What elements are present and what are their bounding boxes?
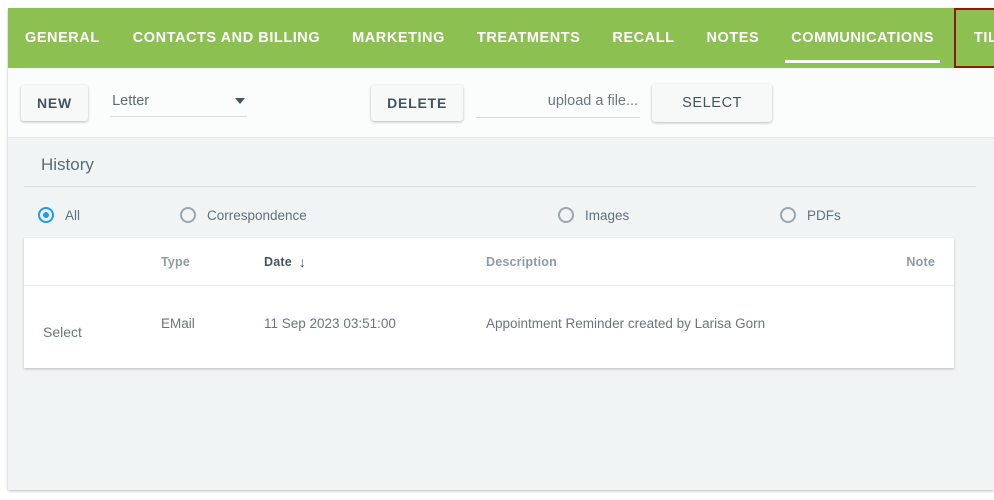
communications-toolbar: NEW Letter DELETE upload a file... SELEC… xyxy=(8,68,994,138)
radio-icon xyxy=(38,207,54,223)
main-navigation-bar: GENERAL CONTACTS AND BILLING MARKETING T… xyxy=(8,8,994,68)
filter-label: All xyxy=(65,207,81,223)
nav-tab-treatments[interactable]: TREATMENTS xyxy=(461,8,597,68)
history-panel: History All Correspondence Images PDFs T… xyxy=(8,138,994,490)
radio-icon xyxy=(780,207,796,223)
column-header-select[interactable] xyxy=(24,238,161,286)
filter-label: Images xyxy=(585,207,630,223)
history-table-card: Type Date ↓ Description Note Select EMail… xyxy=(24,238,954,368)
nav-tab-label: RECALL xyxy=(612,30,675,46)
nav-tab-label: TILL (-£270.00 xyxy=(974,30,994,46)
radio-icon xyxy=(180,207,196,223)
history-title: History xyxy=(24,155,976,187)
row-select-link[interactable]: Select xyxy=(43,324,82,340)
upload-file-placeholder: upload a file... xyxy=(547,92,639,109)
filter-label: PDFs xyxy=(807,207,841,223)
row-select-cell[interactable]: Select xyxy=(24,286,161,369)
history-filter-group: All Correspondence Images PDFs xyxy=(22,187,980,223)
application-window: GENERAL CONTACTS AND BILLING MARKETING T… xyxy=(8,8,994,490)
nav-tab-recall[interactable]: RECALL xyxy=(596,8,690,68)
row-description-cell: Appointment Reminder created by Larisa G… xyxy=(486,316,766,331)
nav-tab-notes[interactable]: NOTES xyxy=(691,8,776,68)
filter-label: Correspondence xyxy=(207,207,307,223)
upload-file-input[interactable]: upload a file... xyxy=(476,88,641,118)
filter-radio-images[interactable]: Images xyxy=(558,207,780,223)
delete-button[interactable]: DELETE xyxy=(371,84,464,121)
nav-tab-till[interactable]: TILL (-£270.00 xyxy=(954,8,994,68)
nav-tab-communications[interactable]: COMMUNICATIONS xyxy=(775,8,950,68)
table-header-row: Type Date ↓ Description Note xyxy=(24,238,954,286)
nav-tab-label: MARKETING xyxy=(352,30,445,46)
column-header-note[interactable]: Note xyxy=(868,238,954,286)
nav-tab-label: TREATMENTS xyxy=(476,30,581,46)
row-date-cell: 11 Sep 2023 03:51:00 xyxy=(264,316,396,331)
nav-tab-label: CONTACTS AND BILLING xyxy=(132,30,321,46)
document-type-value: Letter xyxy=(112,92,150,109)
history-table-head: Type Date ↓ Description Note xyxy=(24,238,954,286)
history-table: Type Date ↓ Description Note Select EMail… xyxy=(24,238,954,368)
nav-tab-general[interactable]: GENERAL xyxy=(8,8,117,68)
chevron-down-icon xyxy=(235,97,246,104)
select-file-button[interactable]: SELECT xyxy=(652,83,773,122)
column-header-date-label: Date xyxy=(264,255,292,269)
filter-radio-pdfs[interactable]: PDFs xyxy=(780,207,841,223)
arrow-down-icon: ↓ xyxy=(298,254,307,270)
table-row[interactable]: Select EMail 11 Sep 2023 03:51:00 Appoin… xyxy=(24,286,954,369)
row-type-cell: EMail xyxy=(161,316,195,331)
column-header-description[interactable]: Description xyxy=(486,238,868,286)
document-type-select[interactable]: Letter xyxy=(110,89,248,117)
new-button[interactable]: NEW xyxy=(21,84,89,121)
nav-tab-label: GENERAL xyxy=(25,30,100,46)
nav-tab-marketing[interactable]: MARKETING xyxy=(336,8,461,68)
column-header-date[interactable]: Date ↓ xyxy=(264,238,486,286)
row-note-cell xyxy=(868,286,954,369)
nav-tab-label: NOTES xyxy=(706,30,760,46)
column-header-type[interactable]: Type xyxy=(161,238,264,286)
nav-tab-label: COMMUNICATIONS xyxy=(791,30,934,46)
filter-radio-correspondence[interactable]: Correspondence xyxy=(180,207,558,223)
nav-tab-contacts-and-billing[interactable]: CONTACTS AND BILLING xyxy=(117,8,336,68)
radio-icon xyxy=(558,207,574,223)
history-table-body: Select EMail 11 Sep 2023 03:51:00 Appoin… xyxy=(24,286,954,369)
filter-radio-all[interactable]: All xyxy=(38,207,180,223)
